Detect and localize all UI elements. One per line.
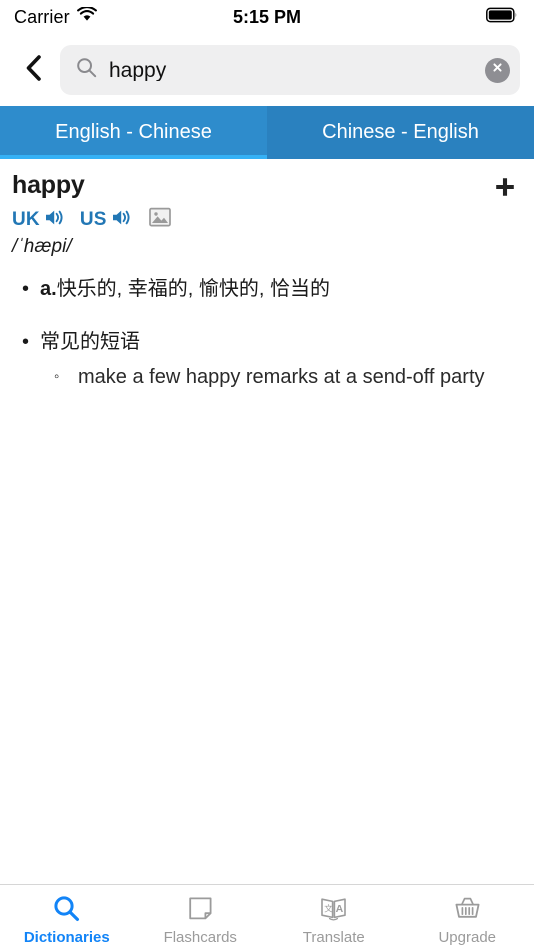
language-direction-tabs: English - Chinese Chinese - English — [0, 106, 534, 159]
svg-text:文: 文 — [324, 903, 333, 914]
search-header: happy — [0, 34, 534, 106]
tab-label: English - Chinese — [55, 121, 212, 143]
speaker-icon — [111, 208, 132, 232]
tab-english-chinese[interactable]: English - Chinese — [0, 106, 267, 159]
tab-label: Dictionaries — [23, 928, 110, 946]
ipa-transcription: /ˈhæpi/ — [12, 236, 72, 257]
image-icon — [148, 207, 171, 232]
bullet-icon: • — [22, 331, 30, 353]
pronounce-uk-label: UK — [12, 208, 40, 230]
pronounce-us-button[interactable]: US — [80, 208, 132, 232]
headword: happy — [12, 171, 85, 199]
pronounce-us-label: US — [79, 208, 107, 230]
search-icon — [53, 894, 80, 924]
back-button[interactable] — [20, 52, 46, 88]
definition-translations: 快乐的, 幸福的, 愉快的, 恰当的 — [56, 278, 331, 300]
status-bar: Carrier 5:15 PM — [0, 0, 534, 34]
tab-label: Upgrade — [438, 928, 497, 946]
card-icon — [187, 894, 214, 924]
plus-icon — [493, 175, 517, 204]
show-image-button[interactable] — [148, 207, 171, 232]
pronunciation-row: UK US — [12, 207, 520, 232]
tab-label: Chinese - English — [322, 121, 479, 143]
bottom-tab-bar: Dictionaries Flashcards 文 A Translate Up… — [0, 884, 534, 950]
bullet-icon: • — [22, 278, 30, 300]
tab-dictionaries[interactable]: Dictionaries — [0, 885, 134, 950]
headword-row: happy — [12, 171, 520, 204]
clear-search-button[interactable] — [485, 57, 510, 83]
close-circle-icon — [491, 61, 504, 79]
phrase-text: make a few happy remarks at a send-off p… — [78, 366, 485, 388]
wifi-icon — [76, 5, 97, 27]
tab-translate[interactable]: 文 A Translate — [267, 885, 401, 950]
battery-full-icon — [486, 7, 518, 28]
tab-flashcards[interactable]: Flashcards — [134, 885, 268, 950]
phrases-header: • 常见的短语 — [18, 328, 520, 357]
add-to-flashcards-button[interactable] — [490, 174, 520, 204]
carrier-label: Carrier — [14, 6, 70, 27]
definition-item: • a.快乐的, 幸福的, 愉快的, 恰当的 — [12, 275, 520, 304]
tab-upgrade[interactable]: Upgrade — [401, 885, 534, 950]
tab-label: Translate — [302, 928, 365, 946]
dictionary-entry: happy UK US /ˈhæpi/ • a.快乐的, 幸福的, 愉快的, 恰… — [0, 159, 534, 392]
tab-chinese-english[interactable]: Chinese - English — [267, 106, 534, 159]
tab-label: Flashcards — [163, 928, 237, 946]
part-of-speech: a. — [40, 278, 57, 300]
pronounce-uk-button[interactable]: UK — [12, 208, 65, 232]
definition-text: a.快乐的, 幸福的, 愉快的, 恰当的 — [40, 275, 330, 304]
phrases-title: 常见的短语 — [40, 331, 140, 353]
search-icon — [76, 57, 97, 83]
search-query-text[interactable]: happy — [109, 60, 473, 81]
svg-text:A: A — [336, 903, 344, 915]
status-bar-left: Carrier — [14, 5, 97, 28]
basket-icon — [453, 894, 482, 924]
definitions-list: • a.快乐的, 幸福的, 愉快的, 恰当的 • 常见的短语 ◦ make a … — [12, 275, 520, 392]
bullet-hollow-icon: ◦ — [54, 368, 60, 385]
chevron-left-icon — [23, 54, 43, 87]
phrases-section: • 常见的短语 ◦ make a few happy remarks at a … — [12, 328, 520, 392]
translate-book-icon: 文 A — [319, 894, 348, 924]
phrase-item[interactable]: ◦ make a few happy remarks at a send-off… — [18, 363, 520, 392]
search-input[interactable]: happy — [60, 45, 520, 95]
status-bar-right — [486, 7, 518, 28]
speaker-icon — [44, 208, 65, 232]
